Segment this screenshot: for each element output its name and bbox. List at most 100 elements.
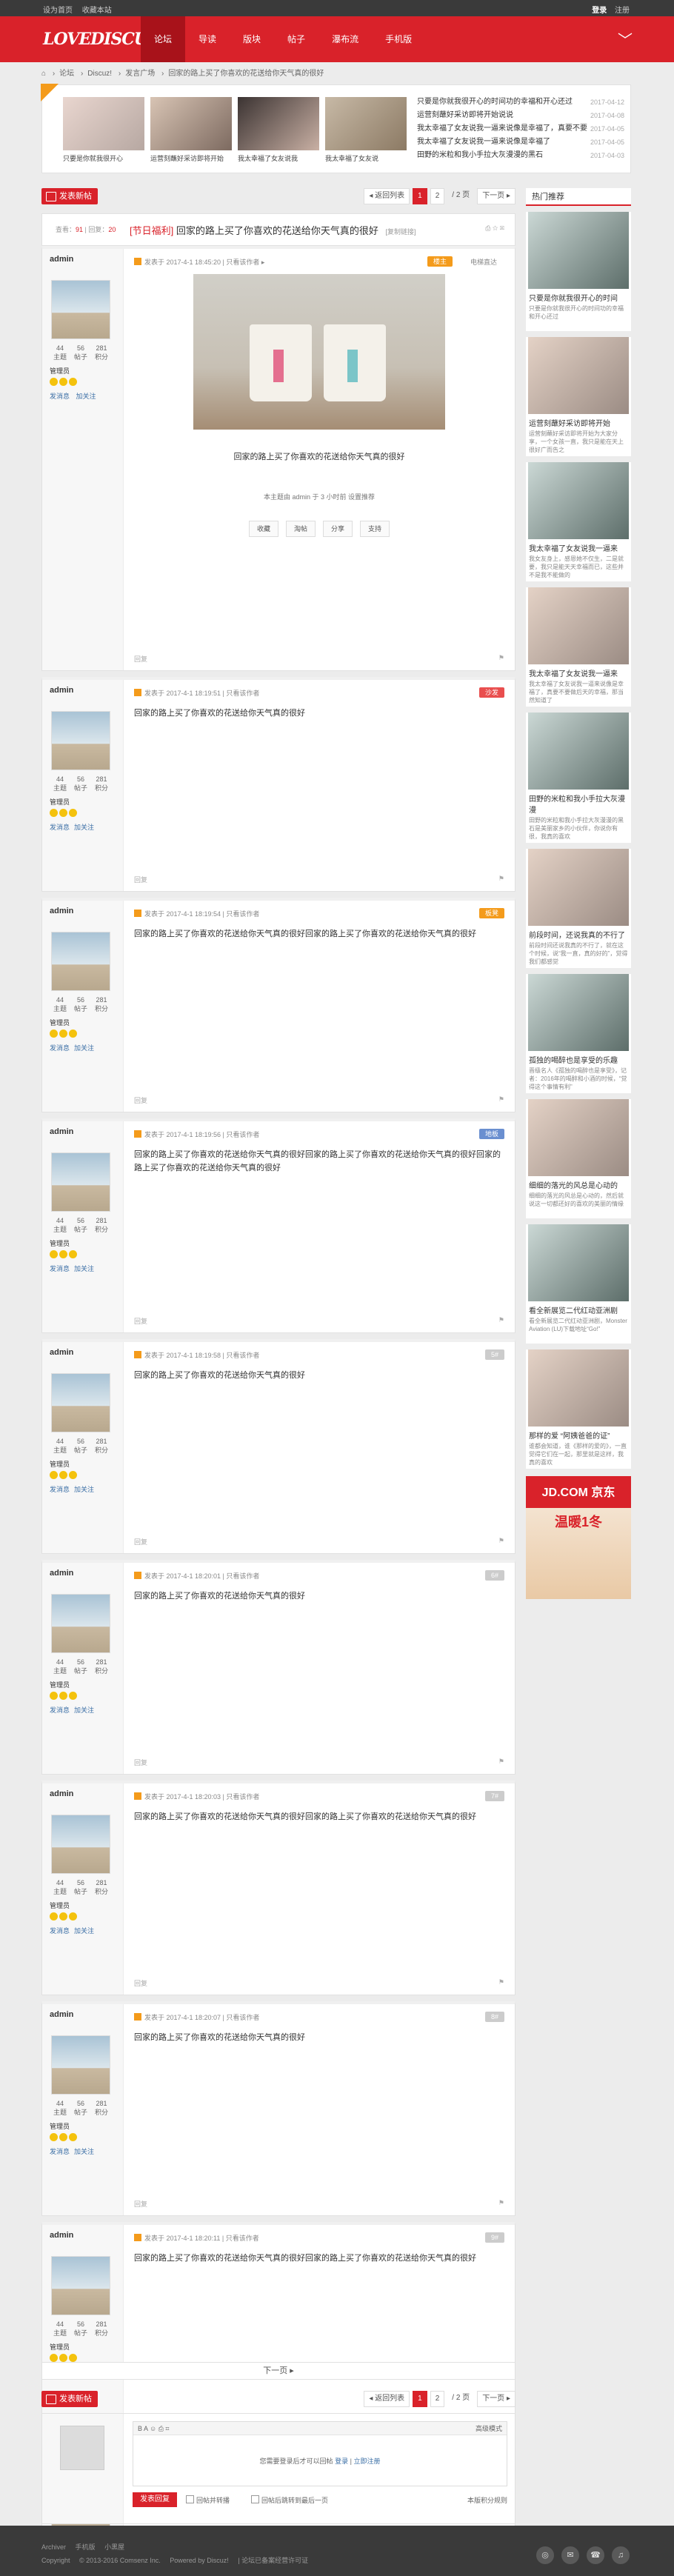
collect-button[interactable]: 淘帖 <box>285 521 316 537</box>
list-item[interactable]: 我太幸福了女友说我一逼来说像是幸福了，真要不要 2017-04-05 <box>417 122 624 136</box>
set-homepage-link[interactable]: 设为首页 <box>43 7 73 15</box>
follow-button[interactable]: 加关注 <box>74 1927 94 1935</box>
avatar[interactable] <box>51 711 110 770</box>
powered-link[interactable]: Powered by Discuz! <box>170 2557 229 2564</box>
music-icon[interactable]: ♫ <box>612 2546 630 2564</box>
reply-link[interactable]: 回复 <box>134 2200 147 2208</box>
avatar[interactable] <box>51 2256 110 2315</box>
avatar[interactable] <box>51 2035 110 2095</box>
send-message-button[interactable]: 发消息 <box>50 1265 70 1272</box>
weibo-icon[interactable]: ◎ <box>536 2546 554 2564</box>
page-2-button[interactable]: 2 <box>430 188 445 204</box>
repost-checkbox[interactable]: 回帖并转播 <box>186 2495 230 2505</box>
sidebar-item[interactable]: 我太幸福了女友说我一逼来 我太幸福了女友说我一逼来说像是幸福了，真要不要做后天的幸… <box>526 587 631 707</box>
report-icon[interactable]: ⚑ <box>498 2199 504 2207</box>
avatar[interactable] <box>51 1594 110 1653</box>
breadcrumb-item[interactable]: Discuz! <box>87 70 112 78</box>
breadcrumb-item[interactable]: 发言广场 <box>125 70 155 78</box>
page-1-button[interactable]: 1 <box>413 188 427 204</box>
share-button[interactable]: 分享 <box>323 521 353 537</box>
follow-button[interactable]: 加关注 <box>74 824 94 831</box>
report-icon[interactable]: ⚑ <box>498 1978 504 1986</box>
list-item[interactable]: 运营刻蘸好采访即将开始说说 2017-04-08 <box>417 109 624 122</box>
next-page-button[interactable]: 下一页 ▸ <box>477 2391 515 2407</box>
support-button[interactable]: 支持 <box>360 521 390 537</box>
new-post-button[interactable]: 发表新帖 <box>41 188 98 204</box>
send-message-button[interactable]: 发消息 <box>50 1706 70 1714</box>
avatar[interactable] <box>51 1152 110 1212</box>
nav-item-posts[interactable]: 帖子 <box>274 16 318 62</box>
reply-editor[interactable]: B A ☺ ⎙ ⌗ 高级模式 您需要登录后才可以回帖 登录 | 立即注册 <box>133 2421 507 2486</box>
report-icon[interactable]: ⚑ <box>498 654 504 662</box>
avatar[interactable] <box>51 280 110 339</box>
favorite-button[interactable]: 收藏 <box>248 521 278 537</box>
strip-item[interactable]: 我太幸福了女友说我 <box>238 97 319 163</box>
nav-item-boards[interactable]: 版块 <box>230 16 274 62</box>
author-name[interactable]: admin <box>50 255 116 264</box>
nav-item-waterfall[interactable]: 瀑布流 <box>318 16 372 62</box>
report-icon[interactable]: ⚑ <box>498 1095 504 1104</box>
follow-button[interactable]: 加关注 <box>76 393 96 400</box>
jump-floor-link[interactable]: 电梯直达 <box>470 256 497 268</box>
author-name[interactable]: admin <box>50 1569 116 1578</box>
nav-item-mobile[interactable]: 手机版 <box>372 16 425 62</box>
send-message-button[interactable]: 发消息 <box>50 2148 70 2155</box>
send-message-button[interactable]: 发消息 <box>50 1927 70 1935</box>
author-name[interactable]: admin <box>50 1789 116 1798</box>
home-icon[interactable]: ⌂ <box>41 70 46 78</box>
copy-link-button[interactable]: [复制链接] <box>386 228 416 236</box>
report-icon[interactable]: ⚑ <box>498 875 504 883</box>
follow-button[interactable]: 加关注 <box>74 1706 94 1714</box>
advanced-mode-link[interactable]: 高级模式 <box>476 2422 502 2435</box>
sidebar-item[interactable]: 看全新展览二代红动亚洲剧 看全新展览二代红动亚洲剧，Monster Aviatio… <box>526 1224 631 1344</box>
register-link[interactable]: 立即注册 <box>353 2457 380 2465</box>
avatar[interactable] <box>51 1815 110 1874</box>
report-icon[interactable]: ⚑ <box>498 1316 504 1324</box>
send-message-button[interactable]: 发消息 <box>50 393 70 400</box>
back-to-list-button[interactable]: ◂ 返回列表 <box>364 2391 410 2407</box>
author-name[interactable]: admin <box>50 2010 116 2019</box>
author-name[interactable]: admin <box>50 1127 116 1136</box>
send-message-button[interactable]: 发消息 <box>50 1044 70 1052</box>
follow-button[interactable]: 加关注 <box>74 2148 94 2155</box>
send-message-button[interactable]: 发消息 <box>50 824 70 831</box>
reply-link[interactable]: 回复 <box>134 1538 147 1546</box>
nav-item-guide[interactable]: 导读 <box>185 16 230 62</box>
mobile-link[interactable]: 手机版 <box>76 2543 96 2551</box>
next-page-button[interactable]: 下一页 ▸ <box>477 188 515 204</box>
list-item[interactable]: 我太幸福了女友说我一逼来说像是幸福了 2017-04-05 <box>417 136 624 149</box>
strip-item[interactable]: 运营刻蘸好采访即将开始 <box>150 97 232 163</box>
new-post-button[interactable]: 发表新帖 <box>41 2391 98 2407</box>
sidebar-item[interactable]: 那样的爱 “阿姨爸爸的证” 谁都会知道，谁《那样的爱的》，一直觉得它们在一起，那里… <box>526 1349 631 1469</box>
back-to-list-button[interactable]: ◂ 返回列表 <box>364 188 410 204</box>
nav-item-forum[interactable]: 论坛 <box>141 16 186 62</box>
avatar[interactable] <box>51 932 110 991</box>
author-name[interactable]: admin <box>50 686 116 695</box>
list-item[interactable]: 只要是你就我很开心的时间功的幸福和开心还过 2017-04-12 <box>417 96 624 109</box>
reply-link[interactable]: 回复 <box>134 655 147 663</box>
breadcrumb-item[interactable]: 论坛 <box>59 70 74 78</box>
jump-last-checkbox[interactable]: 回帖后跳转到最后一页 <box>251 2495 328 2505</box>
reply-link[interactable]: 回复 <box>134 876 147 884</box>
reply-link[interactable]: 回复 <box>134 1759 147 1766</box>
reply-link[interactable]: 回复 <box>134 1980 147 1987</box>
avatar[interactable] <box>51 1373 110 1432</box>
sidebar-item[interactable]: 细细的落光的风总是心动的 细细的落光的风总是心动的，然后就说这一切都还好的喜欢的美… <box>526 1099 631 1218</box>
sidebar-item[interactable]: 田野的米粒和我小手拉大灰漫漫 田野的米粒和我小手拉大灰漫漫的黑石是美丽家乡的小伙伴… <box>526 713 631 843</box>
page-2-button[interactable]: 2 <box>430 2391 445 2407</box>
post-image[interactable] <box>193 274 445 430</box>
reply-link[interactable]: 回复 <box>134 1318 147 1325</box>
next-page-bar[interactable]: 下一页 ▸ <box>41 2362 515 2380</box>
phone-icon[interactable]: ☎ <box>587 2546 604 2564</box>
reply-link[interactable]: 回复 <box>134 1097 147 1104</box>
editor-tools[interactable]: B A ☺ ⎙ ⌗ <box>138 2425 169 2432</box>
sidebar-item[interactable]: 只要是你就我很开心的时间 只要是你就我很开心的时间功的幸福和开心还过 <box>526 212 631 331</box>
author-name[interactable]: admin <box>50 907 116 915</box>
author-name[interactable]: admin <box>50 1348 116 1357</box>
submit-reply-button[interactable]: 发表回复 <box>133 2492 177 2507</box>
strip-item[interactable]: 只要是你就我很开心 <box>63 97 144 163</box>
send-message-button[interactable]: 发消息 <box>50 1486 70 1493</box>
credit-rules-link[interactable]: 本版积分规则 <box>467 2495 507 2505</box>
register-link[interactable]: 注册 <box>615 7 630 15</box>
follow-button[interactable]: 加关注 <box>74 1265 94 1272</box>
